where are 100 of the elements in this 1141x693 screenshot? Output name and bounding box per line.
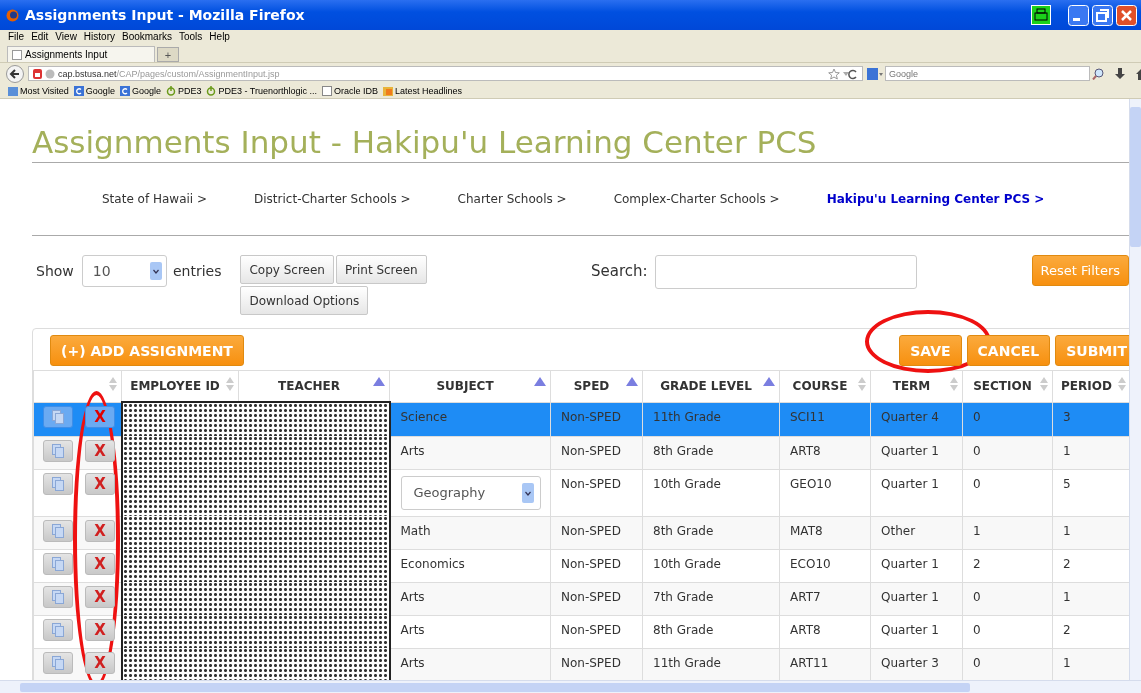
copy-icon [52,476,64,491]
breadcrumb-link[interactable]: Charter Schools > [457,192,567,206]
copy-icon [52,523,64,538]
new-tab-button[interactable]: + [157,47,179,62]
bookmark-item[interactable]: Google [73,85,115,96]
toolbar-button[interactable]: Download Options [240,286,369,315]
table-row[interactable]: X Arts Non-SPED 8th Grade ART8 Quarter 1 0 1 [33,436,1129,469]
breadcrumb-link[interactable]: State of Hawaii > [102,192,208,206]
copy-button[interactable] [43,651,73,674]
page-icon [12,49,22,60]
table-cell: Quarter 1 [881,443,939,458]
delete-button[interactable]: X [85,552,115,575]
subject-dropdown[interactable]: Geography [400,475,541,510]
table-row[interactable]: X Arts Non-SPED 7th Grade ART7 Quarter 1 0 1 [33,582,1129,615]
browser-logo-icon [6,8,19,22]
table-cell: Non-SPED [561,523,621,538]
menu-item[interactable]: Bookmarks [122,30,172,44]
menu-item[interactable]: History [83,30,115,44]
table-row[interactable]: X Science Non-SPED 11th Grade SCI11 Quarter 4 0 3 [33,402,1129,436]
toolbar-button[interactable]: Print Screen [336,255,427,284]
printer-icon [1031,5,1051,25]
column-header[interactable]: SECTION [962,370,1053,402]
table-cell: 0 [973,409,981,424]
table-cell: Non-SPED [561,476,621,491]
table-cell: Quarter 1 [881,556,939,571]
column-header[interactable]: TERM [870,370,963,402]
menu-item[interactable]: Tools [179,30,203,44]
horizontal-scrollbar[interactable] [0,680,1141,693]
table-cell: ART7 [790,589,821,604]
window-title: Assignments Input - Mozilla Firefox [25,7,305,23]
table-cell: 1 [973,523,981,538]
bookmark-item[interactable]: PDE3 [165,85,202,96]
table-row[interactable]: X Geography Non-SPED 10th Grade GEO10 Quarter 1 0 5 [33,469,1129,516]
delete-button[interactable]: X [85,439,115,462]
menu-item[interactable]: View [55,30,77,44]
entries-dropdown[interactable]: 10 [81,255,167,287]
table-cell: 0 [973,443,981,458]
column-header[interactable]: COURSE [779,370,871,402]
delete-button[interactable]: X [85,651,115,674]
table-cell: Other [881,523,916,538]
column-header[interactable]: GRADE LEVEL [642,370,780,402]
table-cell: 1 [1063,589,1071,604]
toolbar-button[interactable]: Copy Screen [240,255,334,284]
copy-button[interactable] [43,519,73,542]
copy-button[interactable] [43,618,73,641]
bookmark-item[interactable]: Google [119,85,161,96]
table-cell: 2 [973,556,981,571]
delete-button[interactable]: X [85,472,115,495]
table-cell: Quarter 4 [881,409,939,424]
bookmark-item[interactable]: Most Visited [8,85,69,96]
table-cell: SCI11 [790,409,825,424]
restore-icon [1092,4,1113,26]
menu-item[interactable]: Help [209,30,230,44]
column-header[interactable] [33,370,122,402]
dropdown-caret-icon [521,482,534,503]
delete-button[interactable]: X [85,585,115,608]
table-cell: 7th Grade [653,589,714,604]
delete-button[interactable]: X [85,519,115,542]
copy-icon [52,409,64,424]
table-cell: Non-SPED [561,622,621,637]
url-text: cap.bstusa.net/CAP/pages/custom/AssignmentInput.jsp [58,68,280,79]
table-cell: 8th Grade [653,622,714,637]
bookmark-item[interactable]: Latest Headlines [383,85,463,96]
dropdown-caret-icon [149,262,162,280]
copy-button[interactable] [43,439,73,462]
breadcrumb-link[interactable]: Hakipu'u Learning Center PCS > [826,192,1045,206]
search-engine-icon [867,67,883,80]
table-cell: ART8 [790,622,821,637]
page-icon [322,85,332,96]
browser-tab[interactable]: Assignments Input [7,46,155,62]
delete-button[interactable]: X [85,618,115,641]
table-cell: Non-SPED [561,409,621,424]
web-search-field[interactable]: Google [885,66,1090,81]
copy-button[interactable] [43,472,73,495]
column-header[interactable]: SPED [550,370,643,402]
menu-item[interactable]: Edit [31,30,49,44]
copy-button[interactable] [43,585,73,608]
vertical-scrollbar[interactable] [1129,99,1141,680]
search-icon [1092,67,1104,80]
copy-button[interactable] [43,405,73,428]
column-header[interactable]: PERIOD [1052,370,1129,402]
table-cell: 1 [1063,523,1071,538]
address-field[interactable]: cap.bstusa.net/CAP/pages/custom/AssignmentInput.jsp [28,66,863,81]
column-header[interactable]: SUBJECT [389,370,551,402]
table-row[interactable]: X Arts Non-SPED 11th Grade ART11 Quarter 3 0 1 [33,648,1129,680]
table-cell: Non-SPED [561,589,621,604]
search-label: Search: [591,261,648,282]
copy-button[interactable] [43,552,73,575]
table-row[interactable]: X Math Non-SPED 8th Grade MAT8 Other 1 1 [33,516,1129,549]
search-field[interactable] [654,255,917,289]
menu-item[interactable]: File [8,30,25,44]
bookmark-item[interactable]: PDE3 - Truenorthlogic ... [206,85,317,96]
breadcrumb-link[interactable]: District-Charter Schools > [254,192,411,206]
breadcrumb-link[interactable]: Complex-Charter Schools > [613,192,780,206]
table-cell: Non-SPED [561,443,621,458]
table-cell: ART11 [790,655,829,670]
bookmark-item[interactable]: Oracle IDB [322,85,378,96]
globe-icon [45,68,55,79]
table-cell: 0 [973,589,981,604]
table-cell: Arts [400,443,425,458]
